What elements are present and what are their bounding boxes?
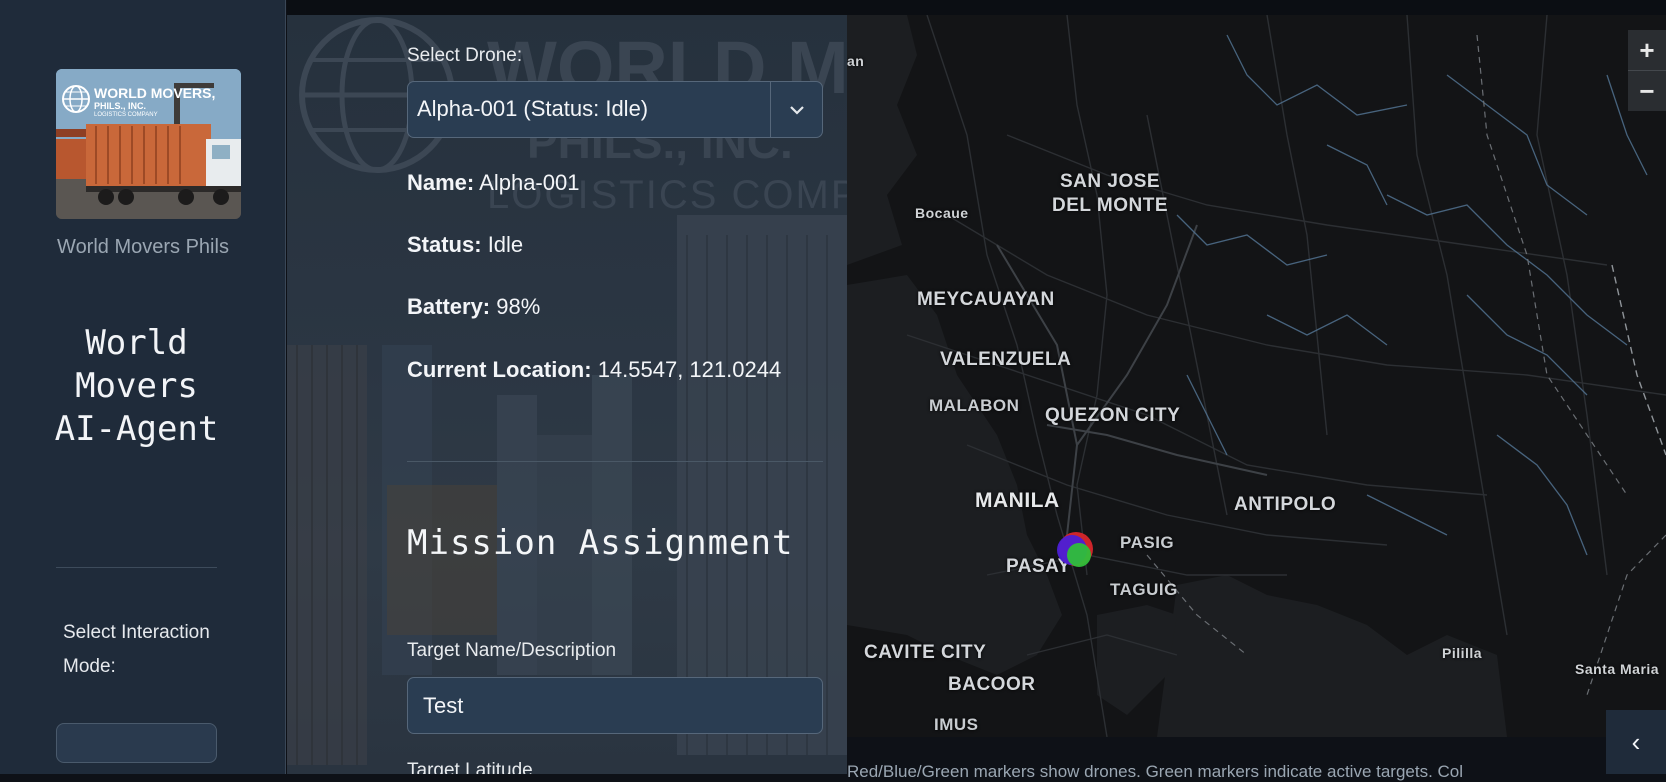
section-divider xyxy=(407,461,823,462)
drone-status-value: Idle xyxy=(487,232,524,257)
company-logo: WORLD MOVERS, PHILS., INC. LOGISTICS COM… xyxy=(56,69,241,219)
main-panel: WORLD M PHILS., INC. LOGISTICS COMPA Sel… xyxy=(287,15,847,774)
app-title: World Movers AI-Agent xyxy=(54,323,219,449)
logo-text-line3: LOGISTICS COMPANY xyxy=(94,112,158,118)
drone-name-info: Name: Alpha-001 xyxy=(407,170,579,196)
drone-battery-value: 98% xyxy=(496,294,541,319)
map-label-cavite-city: CAVITE CITY xyxy=(864,642,987,663)
logo-caption: World Movers Phils xyxy=(57,236,229,258)
top-bar xyxy=(287,0,1666,15)
map-label-bocaue: Bocaue xyxy=(915,205,969,221)
map-label-pasig: PASIG xyxy=(1120,533,1175,552)
map-zoom-controls: + − xyxy=(1628,30,1666,111)
drone-battery-label: Battery: xyxy=(407,294,491,319)
interaction-mode-label: Select Interaction Mode: xyxy=(63,622,210,677)
sidebar: WORLD MOVERS, PHILS., INC. LOGISTICS COM… xyxy=(0,0,286,774)
map-label-del-monte: DEL MONTE xyxy=(1052,195,1169,216)
target-name-input[interactable]: Test xyxy=(407,677,823,734)
map-label-santa-maria: Santa Maria xyxy=(1575,661,1660,677)
map-label-pililla: Pililla xyxy=(1442,645,1483,661)
drone-status-info: Status: Idle xyxy=(407,232,523,258)
map-label-imus: IMUS xyxy=(934,715,979,734)
map-legend-text: Red/Blue/Green markers show drones. Gree… xyxy=(847,762,1464,781)
map-label-san-jose: SAN JOSE xyxy=(1060,171,1161,192)
map-view[interactable]: an SAN JOSE DEL MONTE Bocaue MEYCAUAYAN … xyxy=(847,15,1666,737)
map-label-valenzuela: VALENZUELA xyxy=(940,349,1072,370)
drone-select[interactable]: Alpha-001 (Status: Idle) xyxy=(407,81,823,138)
drone-location-value: 14.5547, 121.0244 xyxy=(597,357,782,382)
chevron-down-icon[interactable] xyxy=(770,82,822,137)
map-base xyxy=(847,15,1666,737)
zoom-out-button[interactable]: − xyxy=(1628,71,1666,111)
target-name-label: Target Name/Description xyxy=(407,640,617,661)
drone-name-label: Name: xyxy=(407,170,475,195)
drone-marker-cluster[interactable] xyxy=(1053,528,1099,574)
drone-status-label: Status: xyxy=(407,232,482,257)
drone-location-label: Current Location: xyxy=(407,357,592,382)
drone-marker-green[interactable] xyxy=(1067,543,1091,567)
sidebar-divider xyxy=(56,567,217,568)
target-latitude-label: Target Latitude xyxy=(407,760,533,774)
map-label-antipolo: ANTIPOLO xyxy=(1234,494,1337,515)
map-label-malabon: MALABON xyxy=(929,396,1020,415)
drone-battery-info: Battery: 98% xyxy=(407,294,540,320)
map-label-partial: an xyxy=(847,53,865,69)
select-drone-label: Select Drone: xyxy=(407,45,523,66)
chevron-left-icon: ‹ xyxy=(1631,726,1641,757)
map-label-manila: MANILA xyxy=(975,489,1060,512)
map-label-bacoor: BACOOR xyxy=(948,674,1036,695)
logo-text-line2: PHILS., INC. xyxy=(94,101,147,111)
logo-text-line1: WORLD MOVERS, xyxy=(94,85,216,101)
drone-location-info: Current Location: 14.5547, 121.0244 xyxy=(407,357,781,383)
drone-select-value: Alpha-001 (Status: Idle) xyxy=(417,96,649,121)
map-label-meycauayan: MEYCAUAYAN xyxy=(917,289,1055,310)
mission-assignment-heading: Mission Assignment xyxy=(407,523,794,563)
collapse-panel-button[interactable]: ‹ xyxy=(1606,710,1666,774)
map-label-taguig: TAGUIG xyxy=(1110,580,1178,599)
drone-name-value: Alpha-001 xyxy=(479,170,580,195)
interaction-mode-select[interactable] xyxy=(56,723,217,763)
zoom-in-button[interactable]: + xyxy=(1628,30,1666,70)
map-label-quezon-city: QUEZON CITY xyxy=(1045,405,1181,426)
